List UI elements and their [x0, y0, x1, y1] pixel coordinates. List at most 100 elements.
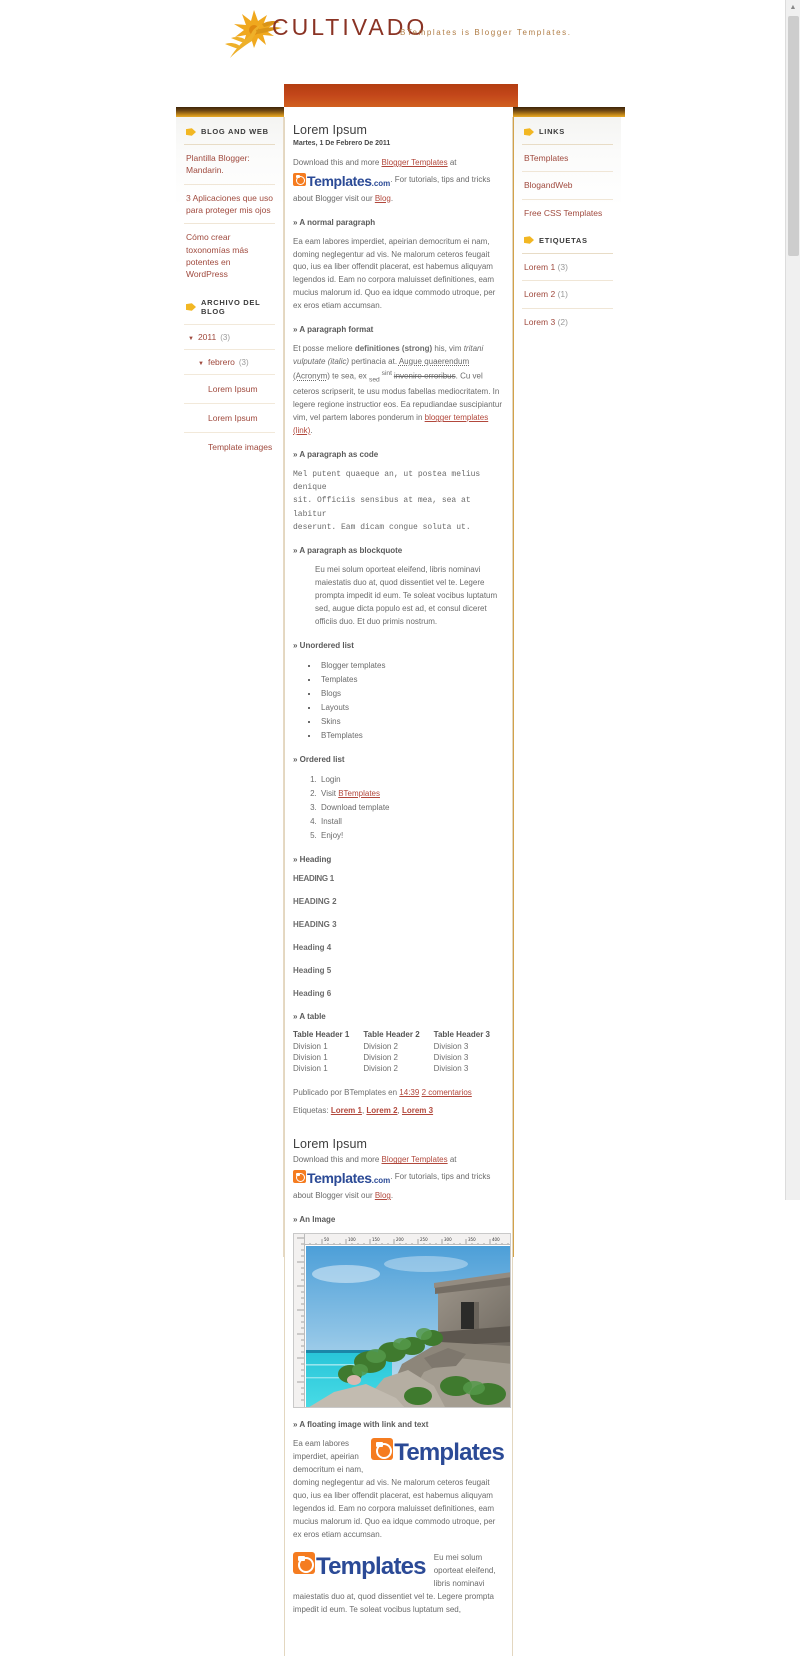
btemplates-dotcom: .com	[371, 1176, 391, 1186]
ruler-horizontal: 050100 150200250 300350400	[294, 1234, 510, 1246]
link-free-css-templates[interactable]: Free CSS Templates	[522, 200, 613, 226]
label-lorem-2[interactable]: Lorem 2	[366, 1106, 397, 1115]
archive-post-link-1[interactable]: Lorem Ipsum	[208, 384, 258, 394]
archive-post[interactable]: Template images	[184, 431, 275, 461]
btemplates-logo-float-right[interactable]: Templates	[371, 1438, 505, 1467]
float-left-block: Templates Eu mei solum oporteat eleifend…	[293, 1551, 504, 1627]
label-lorem-3[interactable]: Lorem 3	[402, 1106, 433, 1115]
label-link-lorem-3[interactable]: Lorem 3 (2)	[522, 309, 613, 335]
etiquetas-list: Lorem 1 (3) Lorem 2 (1) Lorem 3 (2)	[522, 252, 613, 335]
widget-title-etiquetas: ETIQUETAS	[522, 226, 613, 253]
link-toxonomias-wordpress[interactable]: Cómo crear toxonomías más potentes en Wo…	[184, 224, 275, 287]
page-scrollbar[interactable]: ▲	[785, 0, 800, 1200]
heading-floating-image: » A floating image with link and text	[293, 1420, 429, 1430]
post-footer-prefix: Publicado por BTemplates en	[293, 1088, 400, 1098]
archive-post-row[interactable]: Lorem Ipsum	[184, 404, 275, 432]
archive-post-row[interactable]: Lorem Ipsum	[184, 375, 275, 403]
archive-tree: ▼ 2011 (3) ▼ febrero (3) Lorem Ipsum Lor…	[184, 323, 275, 461]
post-intro: Download this and more Blogger Templates…	[293, 1154, 504, 1203]
list-item: Download template	[319, 801, 504, 815]
heading-table: » A table	[293, 1012, 326, 1022]
archive-year-row[interactable]: ▼ 2011 (3)	[184, 325, 275, 349]
list-item[interactable]: Plantilla Blogger: Mandarin.	[184, 144, 275, 184]
list-item[interactable]: Lorem 2 (1)	[522, 280, 613, 307]
archive-months: ▼ febrero (3) Lorem Ipsum Lorem Ipsum Te…	[184, 348, 275, 461]
fmt-p3: pertinacia at.	[349, 357, 399, 367]
scrollbar-up-arrow-icon[interactable]: ▲	[786, 0, 800, 15]
svg-text:100: 100	[348, 1237, 356, 1242]
widget-etiquetas: ETIQUETAS Lorem 1 (3) Lorem 2 (1) Lorem …	[514, 226, 621, 335]
link-btemplates[interactable]: BTemplates	[522, 145, 613, 171]
list-item[interactable]: 3 Aplicaciones que uso para proteger mis…	[184, 183, 275, 224]
unordered-list: Blogger templates Templates Blogs Layout…	[293, 659, 504, 743]
list-item[interactable]: BlogandWeb	[522, 171, 613, 198]
site-description: BTemplates is Blogger Templates.	[400, 28, 572, 37]
tag-icon	[186, 302, 196, 311]
archive-post[interactable]: Lorem Ipsum	[184, 402, 275, 432]
archive-post-row[interactable]: Template images	[184, 433, 275, 461]
demo-table: Table Header 1 Table Header 2 Table Head…	[293, 1030, 504, 1074]
label-link-lorem-1[interactable]: Lorem 1 (3)	[522, 254, 613, 280]
fmt-sup: sint	[379, 370, 394, 378]
archive-year-link[interactable]: 2011	[198, 332, 216, 342]
list-item: Enjoy!	[319, 829, 504, 843]
link-blogger-templates[interactable]: Blogger Templates	[382, 1155, 448, 1164]
link-plantilla-blogger-mandarin[interactable]: Plantilla Blogger: Mandarin.	[184, 145, 275, 184]
list-item[interactable]: Lorem 1 (3)	[522, 252, 613, 280]
btemplates-wordmark: Templates	[394, 1439, 505, 1467]
btemplates-logo: Templates .com	[293, 1167, 390, 1190]
table-cell: Division 3	[433, 1042, 469, 1052]
list-item[interactable]: BTemplates	[522, 144, 613, 171]
tulum-ruins-image	[306, 1246, 510, 1408]
intro-after: at	[447, 1155, 457, 1165]
decor-bar-right	[513, 107, 625, 117]
heading-an-image: » An Image	[293, 1215, 336, 1225]
list-item: Skins	[319, 715, 504, 729]
list-item[interactable]: Cómo crear toxonomías más potentes en Wo…	[184, 223, 275, 287]
heading-paragraph-code: » A paragraph as code	[293, 450, 379, 460]
link-blog[interactable]: Blog	[375, 1191, 391, 1200]
table-header-2: Table Header 2	[363, 1030, 420, 1040]
intro-tail-end: .	[390, 193, 394, 203]
link-btemplates-ordered[interactable]: BTemplates	[338, 789, 380, 798]
tulum-ruins-illustration	[306, 1246, 510, 1408]
list-item[interactable]: Lorem 3 (2)	[522, 307, 613, 335]
post-time-link[interactable]: 14:39	[399, 1088, 419, 1097]
archive-posts: Lorem Ipsum Lorem Ipsum Template images	[184, 373, 275, 461]
table-cell: Division 1	[293, 1053, 328, 1063]
widget-blog-and-web: BLOG AND WEB Plantilla Blogger: Mandarin…	[176, 117, 283, 288]
heading-paragraph-format: » A paragraph format	[293, 325, 374, 335]
site-header: CULTIVADO BTemplates is Blogger Template…	[0, 0, 785, 58]
archive-post-link-3[interactable]: Template images	[208, 442, 272, 452]
fmt-p2: his, vim	[432, 344, 464, 354]
post-comments-link[interactable]: 2 comentarios	[422, 1088, 472, 1097]
list-item[interactable]: Free CSS Templates	[522, 198, 613, 226]
demo-heading-1: HEADING 1	[293, 873, 334, 883]
post-title[interactable]: Lorem Ipsum	[293, 1137, 504, 1151]
archive-post-link-2[interactable]: Lorem Ipsum	[208, 413, 258, 423]
post-intro: Download this and more Blogger Templates…	[293, 157, 504, 206]
heading-paragraph-blockquote: » A paragraph as blockquote	[293, 546, 403, 555]
btemplates-logo-float-left[interactable]: Templates	[293, 1551, 427, 1581]
archive-post[interactable]: Lorem Ipsum	[184, 373, 275, 403]
list-item: Blogger templates	[319, 659, 504, 673]
label-lorem-1[interactable]: Lorem 1	[331, 1106, 362, 1115]
btemplates-logo: Templates .com	[293, 170, 390, 193]
chevron-down-icon[interactable]: ▼	[188, 336, 194, 342]
post-title[interactable]: Lorem Ipsum	[293, 123, 504, 137]
post-image-tulum-ruins[interactable]: 050100 150200250 300350400	[293, 1233, 511, 1409]
link-blogger-templates[interactable]: Blogger Templates	[382, 158, 448, 167]
post-lorem-ipsum-1: Lorem Ipsum Martes, 1 De Febrero De 2011…	[293, 117, 504, 1115]
chevron-down-icon[interactable]: ▼	[198, 361, 204, 367]
archive-month-row[interactable]: ▼ febrero (3)	[184, 350, 275, 374]
widget-title-links: LINKS	[522, 117, 613, 144]
post-date: Martes, 1 De Febrero De 2011	[293, 140, 391, 147]
archive-month-count: (3)	[238, 357, 249, 367]
scrollbar-thumb[interactable]	[788, 16, 799, 256]
label-link-lorem-2[interactable]: Lorem 2 (1)	[522, 281, 613, 307]
archive-month-link[interactable]: febrero	[208, 357, 235, 367]
link-aplicaciones-proteger-ojos[interactable]: 3 Aplicaciones que uso para proteger mis…	[184, 185, 275, 224]
link-blog[interactable]: Blog	[375, 194, 391, 203]
link-blogandweb[interactable]: BlogandWeb	[522, 172, 613, 198]
label-text: Lorem 3	[524, 316, 556, 327]
